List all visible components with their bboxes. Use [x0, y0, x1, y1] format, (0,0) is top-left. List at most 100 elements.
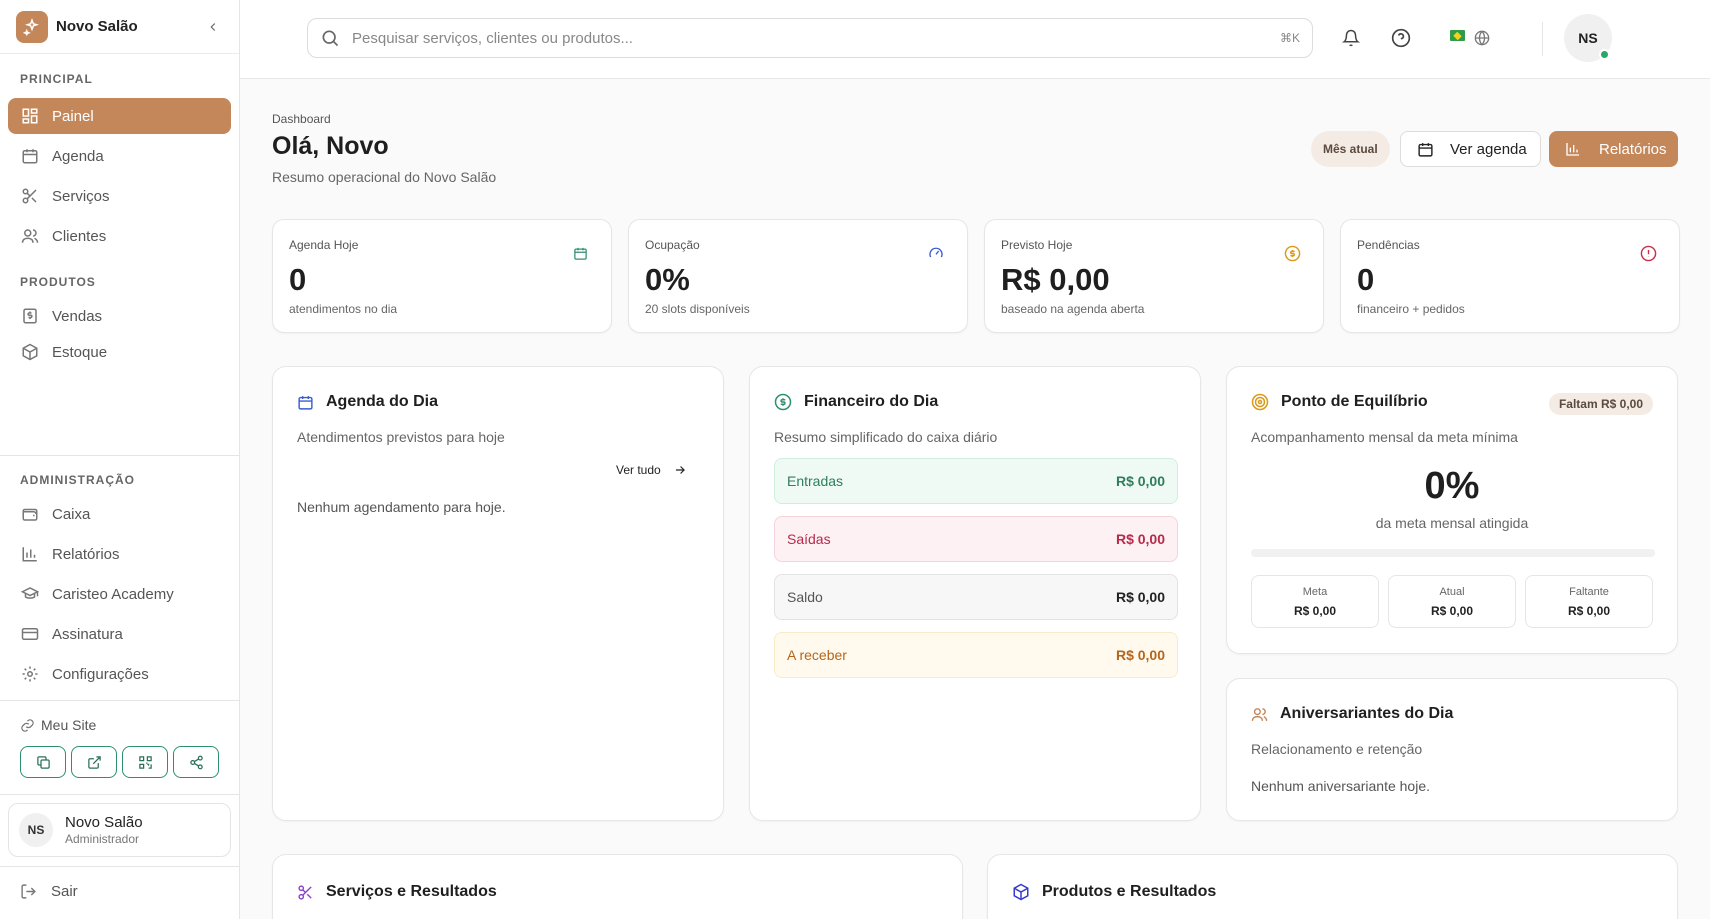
brand-header: Novo Salão [0, 0, 239, 54]
panel-title-text: Ponto de Equilíbrio [1281, 393, 1428, 410]
see-all-label: Ver tudo [616, 463, 661, 477]
calendar-icon [297, 394, 314, 411]
scissors-icon [20, 186, 40, 206]
link-icon [20, 718, 35, 733]
panel-title: Produtos e Resultados [1012, 883, 1216, 901]
sidebar-item-label: Assinatura [52, 625, 123, 643]
kpi-value: 0% [645, 262, 690, 297]
goal-progress-bar [1251, 549, 1655, 557]
kpi-card-occupancy[interactable]: Ocupação 0% 20 slots disponíveis [628, 219, 968, 333]
sidebar-item-agenda[interactable]: Agenda [8, 138, 231, 174]
notifications-button[interactable] [1340, 27, 1362, 49]
finance-row-expenses: Saídas R$ 0,00 [774, 516, 1178, 562]
sidebar-item-label: Configurações [52, 665, 149, 683]
empty-state-text: Nenhum aniversariante hoje. [1251, 778, 1430, 794]
user-info: Novo Salão Administrador [65, 814, 143, 846]
sidebar-item-servicos[interactable]: Serviços [8, 178, 231, 214]
user-card[interactable]: NS Novo Salão Administrador [8, 803, 231, 857]
copy-link-button[interactable] [20, 746, 66, 778]
online-status-dot [1599, 49, 1610, 60]
sidebar-item-vendas[interactable]: Vendas [8, 298, 231, 334]
share-button[interactable] [173, 746, 219, 778]
agenda-panel: Agenda do Dia Atendimentos previstos par… [272, 366, 724, 821]
sidebar-item-label: Caixa [52, 505, 91, 523]
finance-row-balance: Saldo R$ 0,00 [774, 574, 1178, 620]
brazil-flag-icon[interactable] [1450, 30, 1465, 41]
brand-logo-icon [16, 10, 48, 43]
help-button[interactable] [1390, 27, 1412, 49]
finance-row-value: R$ 0,00 [1115, 473, 1165, 489]
open-site-button[interactable] [71, 746, 117, 778]
kpi-value: 0 [1357, 262, 1375, 297]
avatar: NS [19, 813, 53, 847]
collapse-sidebar-button[interactable] [203, 17, 223, 37]
grid-icon [20, 106, 40, 126]
sidebar-item-label: Vendas [52, 307, 103, 325]
finance-row-value: R$ 0,00 [1115, 531, 1165, 547]
sidebar-item-label: Caristeo Academy [52, 585, 174, 603]
see-all-link[interactable]: Ver tudo [616, 463, 687, 477]
panel-title-text: Financeiro do Dia [804, 393, 939, 410]
view-agenda-button[interactable]: Ver agenda [1400, 131, 1541, 167]
goal-percentage-label: da meta mensal atingida [1375, 515, 1529, 531]
reports-button[interactable]: Relatórios [1549, 131, 1678, 167]
sidebar-item-estoque[interactable]: Estoque [8, 334, 231, 370]
sidebar-item-painel[interactable]: Painel [8, 98, 231, 134]
qr-code-button[interactable] [122, 746, 168, 778]
kpi-card-agenda-today[interactable]: Agenda Hoje 0 atendimentos no dia [272, 219, 612, 333]
calendar-icon [1417, 141, 1434, 158]
sidebar-item-label: Estoque [52, 343, 108, 361]
panel-title: Ponto de Equilíbrio [1251, 393, 1428, 411]
sidebar-item-label: Painel [52, 107, 94, 125]
page-subtitle: Resumo operacional do Novo Salão [272, 169, 497, 185]
panel-subtitle: Resumo simplificado do caixa diário [774, 429, 998, 445]
logout-button[interactable]: Sair [20, 883, 78, 900]
users-icon [1251, 706, 1268, 723]
kpi-label: Pendências [1357, 238, 1420, 252]
products-results-panel: Produtos e Resultados [987, 854, 1678, 919]
kpi-label: Ocupação [645, 238, 700, 252]
sidebar-item-configuracoes[interactable]: Configurações [8, 656, 231, 692]
qr-code-icon [138, 755, 153, 770]
panel-title: Agenda do Dia [297, 393, 438, 411]
stat-label: Meta [1302, 586, 1328, 598]
kpi-subtext: atendimentos no dia [289, 302, 398, 316]
calendar-icon [571, 244, 589, 262]
globe-icon [1474, 30, 1490, 46]
finance-row-label: Entradas [787, 473, 844, 489]
kpi-card-forecast-today[interactable]: Previsto Hoje R$ 0,00 baseado na agenda … [984, 219, 1324, 333]
copy-icon [36, 755, 51, 770]
sidebar-item-academy[interactable]: Caristeo Academy [8, 576, 231, 612]
finance-row-label: Saldo [787, 589, 823, 605]
sidebar: Novo Salão PRINCIPAL Painel Agenda Servi… [0, 0, 240, 919]
panel-title-text: Produtos e Resultados [1042, 883, 1217, 900]
user-name: Novo Salão [65, 814, 143, 831]
search-input[interactable] [352, 29, 1280, 47]
target-icon [1251, 393, 1269, 411]
finance-row-label: A receber [787, 647, 847, 663]
graduation-cap-icon [20, 584, 40, 604]
search-shortcut: ⌘K [1279, 31, 1300, 45]
box-icon [1012, 883, 1030, 901]
sidebar-item-relatorios[interactable]: Relatórios [8, 536, 231, 572]
arrow-right-icon [673, 463, 687, 477]
kpi-card-pending[interactable]: Pendências 0 financeiro + pedidos [1340, 219, 1680, 333]
sidebar-item-caixa[interactable]: Caixa [8, 496, 231, 532]
bar-chart-icon [1565, 141, 1581, 157]
services-results-panel: Serviços e Resultados [272, 854, 963, 919]
sidebar-item-assinatura[interactable]: Assinatura [8, 616, 231, 652]
language-button[interactable] [1471, 27, 1493, 49]
users-icon [20, 226, 40, 246]
kpi-label: Previsto Hoje [1001, 238, 1073, 252]
panel-title: Serviços e Resultados [297, 883, 497, 901]
birthdays-panel: Aniversariantes do Dia Relacionamento e … [1226, 678, 1678, 821]
finance-row-receivable: A receber R$ 0,00 [774, 632, 1178, 678]
finance-row-label: Saídas [787, 531, 831, 547]
current-month-button[interactable]: Mês atual [1311, 131, 1390, 167]
sidebar-item-clientes[interactable]: Clientes [8, 218, 231, 254]
empty-state-text: Nenhum agendamento para hoje. [297, 499, 506, 515]
stat-label: Atual [1439, 586, 1465, 598]
bar-chart-icon [20, 544, 40, 564]
search-bar[interactable]: ⌘K [307, 18, 1313, 58]
my-site-link[interactable]: Meu Site [20, 717, 96, 733]
